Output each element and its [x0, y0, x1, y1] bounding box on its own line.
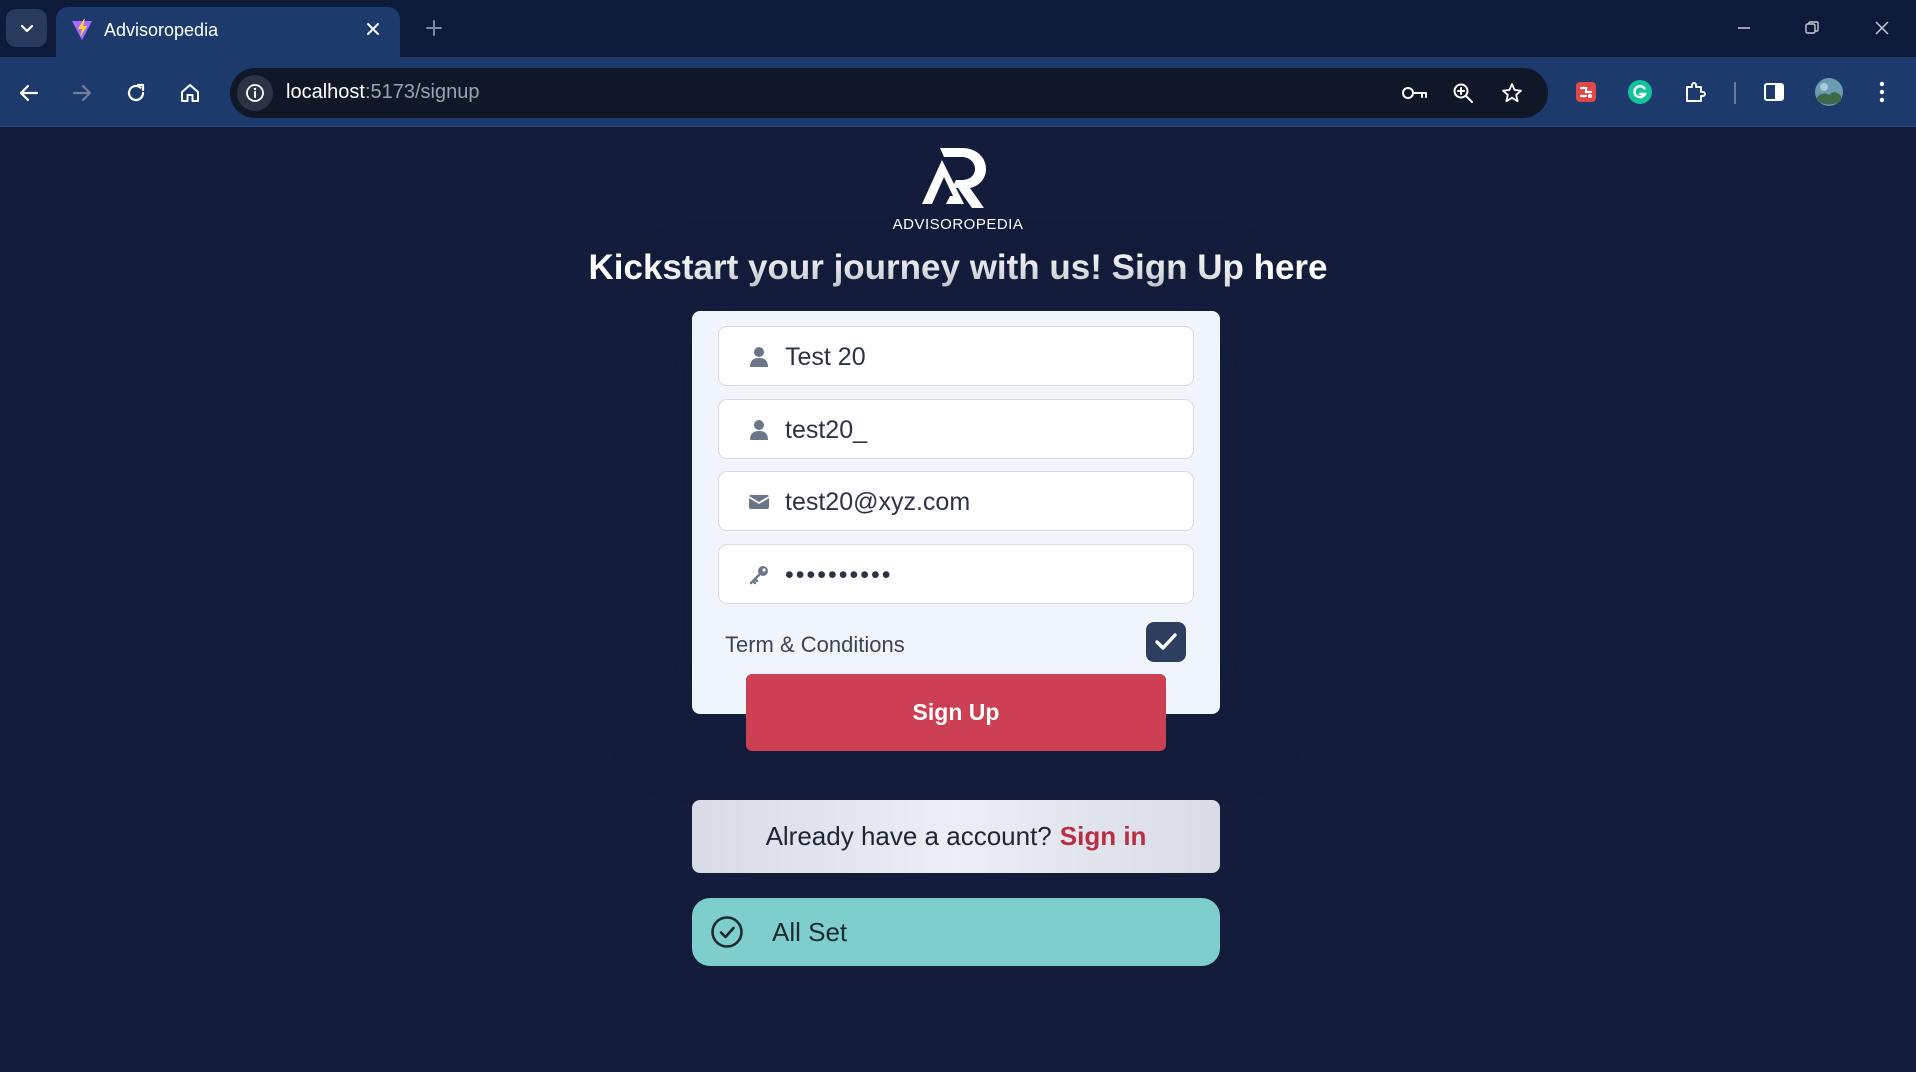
- forward-arrow-icon: [72, 84, 92, 102]
- key-icon: [1402, 87, 1427, 99]
- chevron-down-icon: [20, 24, 33, 33]
- info-icon: [246, 84, 264, 102]
- close-icon: [367, 23, 379, 35]
- success-toast: All Set: [692, 898, 1220, 966]
- grammarly-icon: [1628, 80, 1652, 104]
- tab-search-button[interactable]: [6, 9, 47, 47]
- sidepanel-icon: [1764, 83, 1784, 101]
- password-field: [718, 544, 1194, 604]
- window-close-button[interactable]: [1862, 12, 1902, 44]
- extension-red-button[interactable]: [1566, 72, 1606, 112]
- terms-checkbox[interactable]: [1146, 622, 1186, 662]
- sign-in-link[interactable]: Sign in: [1060, 821, 1147, 851]
- side-panel-button[interactable]: [1754, 72, 1794, 112]
- home-icon: [181, 84, 199, 102]
- minimize-icon: [1738, 27, 1750, 29]
- address-bar[interactable]: localhost:5173/signup: [230, 68, 1548, 118]
- signin-prompt-box: Already have a account? Sign in: [692, 800, 1220, 873]
- username-input[interactable]: [785, 410, 1175, 450]
- menu-dots-icon: [1879, 81, 1885, 103]
- zoom-icon: [1453, 83, 1473, 103]
- sign-up-button[interactable]: Sign Up: [746, 674, 1166, 751]
- browser-toolbar: localhost:5173/signup: [0, 57, 1916, 127]
- email-input[interactable]: [785, 482, 1175, 522]
- logo-icon: [922, 148, 986, 208]
- puzzle-icon: [1686, 82, 1706, 102]
- check-circle-icon: [711, 916, 743, 948]
- signin-prompt-text: Already have a account?: [765, 821, 1052, 851]
- url-text[interactable]: localhost:5173/signup: [286, 81, 479, 104]
- plus-icon: [426, 20, 442, 36]
- user-icon: [747, 345, 771, 369]
- back-arrow-icon: [19, 84, 39, 102]
- password-input[interactable]: [785, 555, 1175, 595]
- password-manager-button[interactable]: [1400, 78, 1430, 108]
- full-name-input[interactable]: [785, 337, 1175, 377]
- email-icon: [747, 490, 771, 514]
- url-path: :5173/signup: [364, 81, 480, 103]
- url-host: localhost: [286, 81, 365, 103]
- browser-menu-button[interactable]: [1862, 72, 1902, 112]
- tab-title: Advisoropedia: [104, 20, 219, 40]
- full-name-field: [718, 326, 1194, 386]
- back-button[interactable]: [9, 73, 49, 113]
- toolbar-divider: [1734, 82, 1736, 104]
- password-key-icon: [747, 563, 771, 587]
- signup-page: ADVISOROPEDIA Kickstart your journey wit…: [0, 128, 1916, 1072]
- browser-tab[interactable]: Advisoropedia: [56, 7, 400, 57]
- star-icon: [1502, 83, 1522, 103]
- tab-close-button[interactable]: [360, 16, 386, 42]
- browser-tab-bar: Advisoropedia: [0, 0, 1916, 57]
- toast-message: All Set: [772, 917, 848, 947]
- user-icon: [747, 418, 771, 442]
- minimize-button[interactable]: [1724, 12, 1764, 44]
- profile-button[interactable]: [1809, 72, 1849, 112]
- signup-form-card: Term & Conditions Sign Up: [692, 311, 1220, 751]
- vite-favicon-icon: [72, 19, 92, 40]
- username-field: [718, 399, 1194, 459]
- home-button[interactable]: [170, 73, 210, 113]
- grammarly-button[interactable]: [1620, 72, 1660, 112]
- site-info-button[interactable]: [237, 75, 273, 111]
- bookmark-button[interactable]: [1497, 78, 1527, 108]
- check-icon: [1155, 633, 1177, 650]
- forward-button[interactable]: [62, 73, 102, 113]
- page-title: Kickstart your journey with us! Sign Up …: [588, 248, 1328, 287]
- restore-icon: [1805, 21, 1819, 34]
- window-close-icon: [1875, 21, 1889, 35]
- restore-button[interactable]: [1792, 12, 1832, 44]
- terms-label: Term & Conditions: [725, 632, 905, 657]
- email-field: [718, 471, 1194, 531]
- reload-icon: [127, 83, 145, 102]
- brand-name: ADVISOROPEDIA: [892, 216, 1024, 233]
- zoom-button[interactable]: [1448, 78, 1478, 108]
- extension-red-icon: [1576, 82, 1596, 102]
- new-tab-button[interactable]: [419, 13, 449, 43]
- reload-button[interactable]: [116, 73, 156, 113]
- extensions-button[interactable]: [1675, 72, 1715, 112]
- profile-avatar-icon: [1815, 78, 1843, 106]
